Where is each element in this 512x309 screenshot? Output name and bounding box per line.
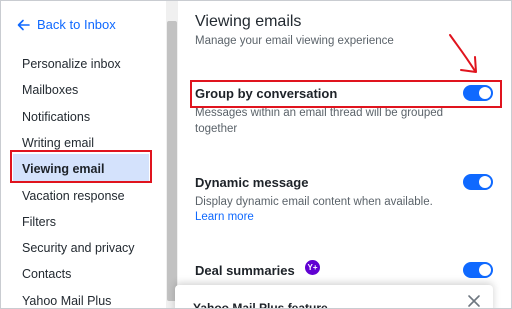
sidebar-scrollbar-thumb[interactable]: [167, 21, 177, 301]
yahoo-plus-badge-icon: Y+: [305, 260, 320, 275]
sidebar-item-personalize-inbox[interactable]: Personalize inbox: [22, 56, 121, 72]
dynamic-message-toggle[interactable]: [463, 174, 493, 190]
back-to-inbox-link[interactable]: Back to Inbox: [17, 17, 116, 32]
annotation-highlight-box-nav: [10, 150, 152, 183]
learn-more-link[interactable]: Learn more: [195, 211, 254, 223]
yahoo-plus-popup: Yahoo Mail Plus feature: [175, 285, 493, 309]
back-to-inbox-label: Back to Inbox: [37, 17, 116, 32]
sidebar-item-vacation-response[interactable]: Vacation response: [22, 188, 125, 204]
annotation-highlight-box-setting: [190, 80, 502, 108]
sidebar-item-writing-email[interactable]: Writing email: [22, 135, 94, 151]
page-title: Viewing emails: [195, 13, 302, 30]
sidebar-item-yahoo-mail-plus[interactable]: Yahoo Mail Plus: [22, 293, 111, 308]
sidebar-item-security-privacy[interactable]: Security and privacy: [22, 240, 135, 256]
toggle-knob: [479, 176, 491, 188]
dynamic-message-title: Dynamic message: [195, 175, 309, 190]
sidebar-item-mailboxes[interactable]: Mailboxes: [22, 82, 78, 98]
popup-title: Yahoo Mail Plus feature: [193, 301, 328, 309]
deal-summaries-title: Deal summaries: [195, 263, 295, 278]
sidebar-item-contacts[interactable]: Contacts: [22, 266, 71, 282]
sidebar-item-notifications[interactable]: Notifications: [22, 109, 90, 125]
settings-sidebar: Back to Inbox Personalize inbox Mailboxe…: [1, 1, 166, 308]
group-by-conversation-description: Messages within an email thread will be …: [195, 107, 444, 135]
page-subtitle: Manage your email viewing experience: [195, 35, 394, 47]
sidebar-item-filters[interactable]: Filters: [22, 214, 56, 230]
close-icon[interactable]: [467, 294, 481, 308]
arrow-left-icon: [17, 19, 30, 30]
dynamic-message-description: Display dynamic email content when avail…: [195, 196, 433, 208]
annotation-arrow-icon: [449, 34, 477, 73]
deal-summaries-toggle[interactable]: [463, 262, 493, 278]
settings-window: Back to Inbox Personalize inbox Mailboxe…: [0, 0, 512, 309]
toggle-knob: [479, 264, 491, 276]
